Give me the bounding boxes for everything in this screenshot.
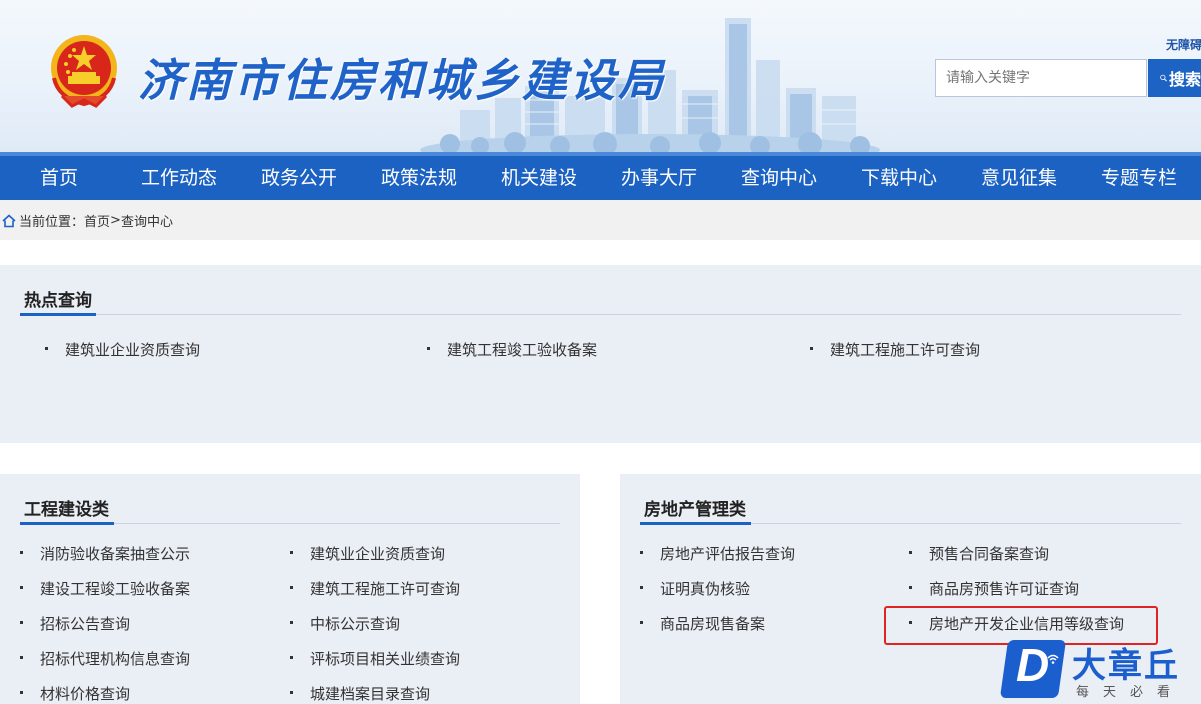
site-header: 济南市住房和城乡建设局 无障碍 搜索 [0, 0, 1201, 152]
nav-item-special-topics[interactable]: 专题专栏 [1101, 156, 1177, 200]
real-estate-title-underline [640, 522, 751, 525]
engineering-link[interactable]: 评标项目相关业绩查询 [289, 648, 460, 669]
wifi-icon [1047, 654, 1059, 664]
real-estate-link[interactable]: 房地产评估报告查询 [639, 543, 795, 564]
engineering-link[interactable]: 城建档案目录查询 [289, 683, 430, 704]
nav-item-download-center[interactable]: 下载中心 [861, 156, 937, 200]
watermark-brand: 大章丘 [1072, 646, 1180, 686]
nav-item-gov-affairs[interactable]: 政务公开 [261, 156, 337, 200]
real-estate-title: 房地产管理类 [644, 500, 746, 520]
watermark-logo: D 大章丘 每天必看 [998, 638, 1201, 704]
nav-item-work-news[interactable]: 工作动态 [141, 156, 217, 200]
engineering-link[interactable]: 材料价格查询 [19, 683, 130, 704]
engineering-link[interactable]: 建筑业企业资质查询 [289, 543, 445, 564]
engineering-panel: 工程建设类 消防验收备案抽查公示 建设工程竣工验收备案 招标公告查询 招标代理机… [0, 474, 580, 704]
breadcrumb-home[interactable]: 首页 [84, 211, 110, 230]
engineering-link[interactable]: 建设工程竣工验收备案 [19, 578, 190, 599]
home-icon [2, 213, 16, 227]
nav-item-opinion[interactable]: 意见征集 [981, 156, 1057, 200]
search-button-label: 搜索 [1168, 70, 1201, 89]
engineering-link[interactable]: 消防验收备案抽查公示 [19, 543, 190, 564]
national-emblem-icon [51, 35, 117, 108]
real-estate-link[interactable]: 预售合同备案查询 [908, 543, 1049, 564]
watermark-slogan: 每天必看 [1076, 685, 1185, 700]
breadcrumb-bar: 当前位置： 首页 > 查询中心 [0, 200, 1201, 240]
breadcrumb-separator: > [110, 213, 121, 228]
engineering-link[interactable]: 招标代理机构信息查询 [19, 648, 190, 669]
real-estate-link[interactable]: 商品房预售许可证查询 [908, 578, 1079, 599]
breadcrumb-label: 当前位置： [19, 215, 85, 230]
hot-query-link[interactable]: 建筑工程施工许可查询 [809, 339, 980, 360]
search-button[interactable]: 搜索 [1148, 59, 1201, 97]
nav-item-policies[interactable]: 政策法规 [381, 156, 457, 200]
engineering-link[interactable]: 中标公示查询 [289, 613, 400, 634]
nav-item-query-center[interactable]: 查询中心 [741, 156, 817, 200]
hot-query-title: 热点查询 [24, 291, 92, 311]
nav-item-home[interactable]: 首页 [40, 156, 78, 200]
hot-query-title-underline [20, 313, 96, 316]
site-title: 济南市住房和城乡建设局 [138, 54, 667, 107]
hot-query-link[interactable]: 建筑工程竣工验收备案 [426, 339, 597, 360]
engineering-title: 工程建设类 [24, 500, 109, 520]
nav-item-service-hall[interactable]: 办事大厅 [621, 156, 697, 200]
watermark-d-letter: D [1016, 639, 1050, 691]
hot-query-panel: 热点查询 建筑业企业资质查询 建筑工程竣工验收备案 建筑工程施工许可查询 [0, 265, 1201, 443]
real-estate-link[interactable]: 商品房现售备案 [639, 613, 765, 634]
engineering-link[interactable]: 招标公告查询 [19, 613, 130, 634]
breadcrumb: 当前位置： 首页 > 查询中心 [2, 211, 173, 230]
search-input[interactable] [935, 59, 1147, 97]
nav-item-organ-building[interactable]: 机关建设 [501, 156, 577, 200]
hot-query-link[interactable]: 建筑业企业资质查询 [44, 339, 200, 360]
main-nav: 首页 工作动态 政务公开 政策法规 机关建设 办事大厅 查询中心 下载中心 意见… [0, 152, 1201, 200]
real-estate-link[interactable]: 证明真伪核验 [639, 578, 750, 599]
search-icon [1160, 74, 1167, 82]
accessibility-link[interactable]: 无障碍 [1166, 36, 1201, 53]
engineering-link[interactable]: 建筑工程施工许可查询 [289, 578, 460, 599]
engineering-title-underline [20, 522, 114, 525]
breadcrumb-current[interactable]: 查询中心 [121, 211, 173, 230]
hot-query-divider [20, 314, 1181, 315]
